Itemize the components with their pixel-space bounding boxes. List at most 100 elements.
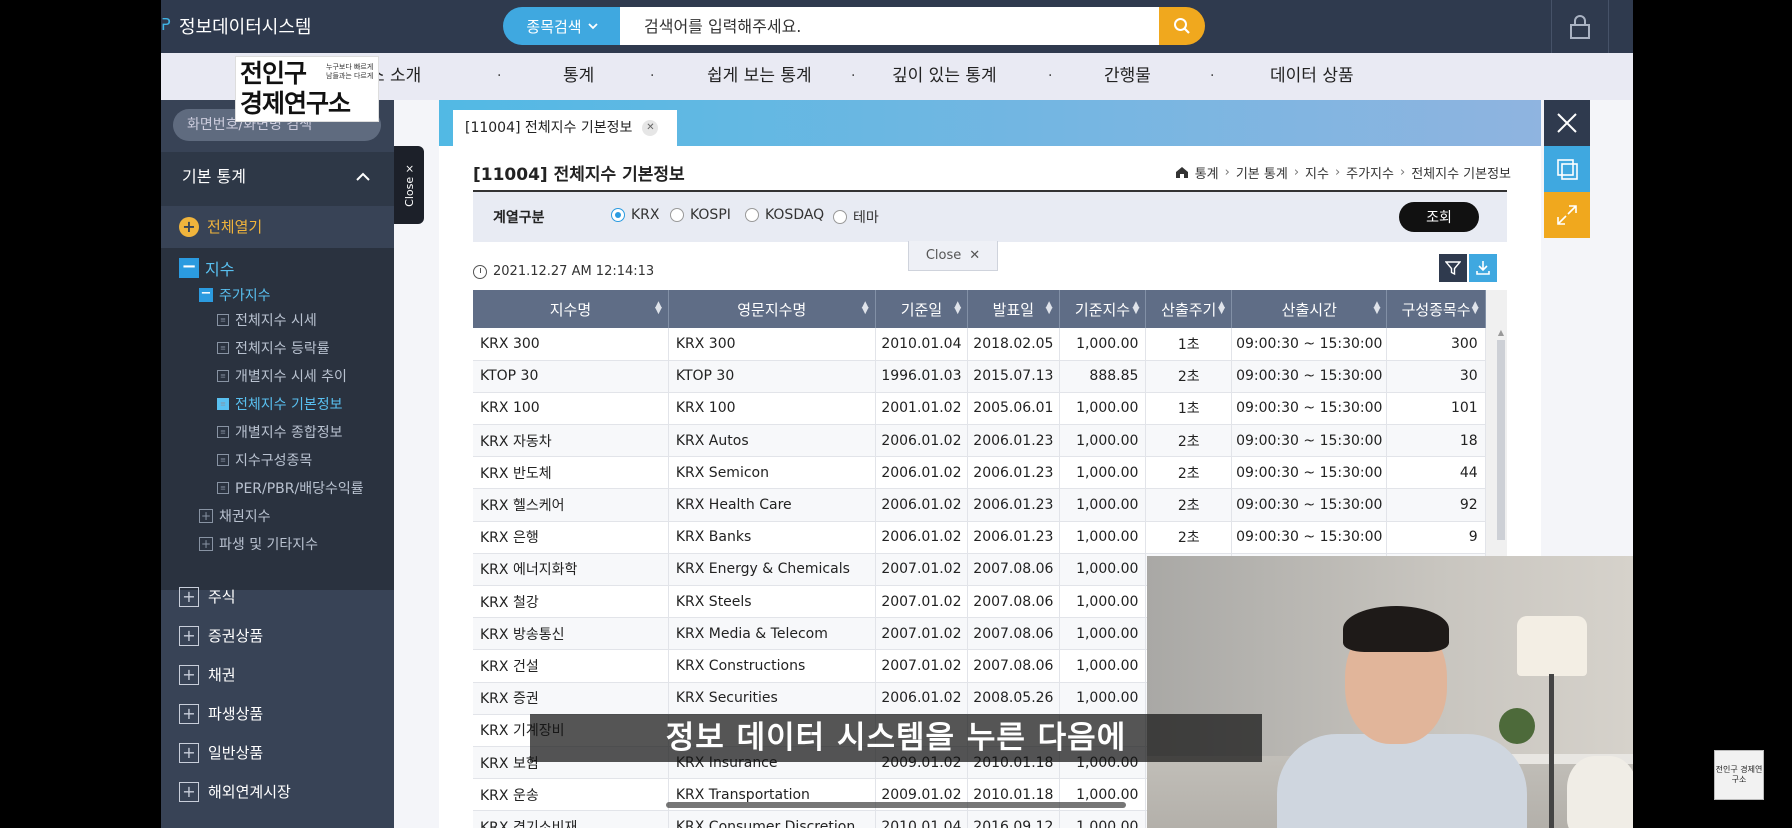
- table-cell: 1,000.00: [1059, 392, 1147, 426]
- table-row[interactable]: KRX 자동차 KRX Autos 2006.01.02 2006.01.23 1,00…: [473, 424, 1507, 458]
- table-cell: 18: [1386, 424, 1486, 458]
- tree-item[interactable]: ≡ PER/PBR/배당수익률: [217, 478, 364, 498]
- breadcrumb-item[interactable]: 통계: [1195, 163, 1219, 182]
- sidebar-category[interactable]: + 해외연계시장: [179, 781, 291, 802]
- tree-item-selected[interactable]: ≡ 전체지수 기본정보: [217, 394, 343, 414]
- tree-item[interactable]: ≡ 개별지수 종합정보: [217, 422, 343, 442]
- sidebar-close-tab[interactable]: Close ×: [394, 146, 424, 224]
- search-input[interactable]: [620, 7, 1160, 45]
- column-header[interactable]: 발표일 ▲ ▼: [967, 290, 1060, 328]
- menu-deep-stats[interactable]: 깊이 있는 통계: [892, 53, 997, 100]
- tree-group[interactable]: + 파생 및 기타지수: [199, 534, 318, 554]
- breadcrumb-item[interactable]: 주가지수: [1346, 163, 1394, 182]
- menu-data-products[interactable]: 데이터 상품: [1270, 53, 1354, 100]
- sidebar-category[interactable]: + 증권상품: [179, 625, 263, 646]
- sidebar-category[interactable]: + 채권: [179, 664, 236, 685]
- tree-index[interactable]: − 지수: [179, 256, 234, 280]
- breadcrumb-item[interactable]: 기본 통계: [1236, 163, 1288, 182]
- table-row[interactable]: KRX 헬스케어 KRX Health Care 2006.01.02 2006.01…: [473, 488, 1507, 522]
- radio-label: 테마: [853, 210, 879, 226]
- expand-icon: +: [179, 664, 199, 685]
- radio-label: KOSDAQ: [765, 207, 825, 223]
- table-row[interactable]: KRX 은행 KRX Banks 2006.01.02 2006.01.23 1,000…: [473, 521, 1507, 554]
- close-panel-button[interactable]: [1544, 100, 1590, 146]
- table-cell: 300: [1386, 328, 1486, 361]
- table-cell: 2007.08.06: [967, 617, 1060, 651]
- table-header-row: 지수명 ▲ ▼ 영문지수명 ▲ ▼ 기준일 ▲ ▼ 발표일 ▲ ▼ 기준지수 ▲ ▼ 산출주기 ▲ ▼ …: [473, 290, 1507, 328]
- table-cell: 1,000.00: [1059, 810, 1147, 828]
- search-scope-select[interactable]: 종목검색: [503, 7, 621, 45]
- sidebar-category[interactable]: + 주식: [179, 586, 236, 607]
- table-row[interactable]: KRX 100 KRX 100 2001.01.02 2005.06.01 1,000.…: [473, 392, 1507, 426]
- table-cell: KRX 자동차: [473, 424, 669, 458]
- sidebar-section-header[interactable]: 기본 통계: [161, 152, 394, 206]
- table-cell: 92: [1386, 488, 1486, 522]
- sidebar-category[interactable]: + 파생상품: [179, 703, 263, 724]
- scrollbar-header: [1485, 290, 1507, 328]
- column-header[interactable]: 기준지수 ▲ ▼: [1059, 290, 1147, 328]
- table-cell: 2006.01.02: [875, 682, 969, 715]
- close-icon: [1557, 113, 1577, 133]
- table-cell: KRX 100: [473, 392, 669, 426]
- main-menu: 스 소개 · 통계 · 쉽게 보는 통계 · 깊이 있는 통계 · 간행물 · …: [161, 53, 1633, 100]
- sort-icon: ▲ ▼: [1373, 300, 1381, 316]
- login-button[interactable]: [1551, 0, 1609, 53]
- tree-item[interactable]: ≡ 지수구성종목: [217, 450, 312, 470]
- column-header[interactable]: 지수명 ▲ ▼: [473, 290, 669, 328]
- column-header[interactable]: 산출시간 ▲ ▼: [1231, 290, 1388, 328]
- sidebar-close-label: Close ×: [402, 163, 416, 207]
- search-button[interactable]: [1159, 7, 1205, 45]
- scroll-thumb[interactable]: [1497, 340, 1505, 540]
- table-cell: 09:00:30 ~ 15:30:00: [1231, 521, 1388, 554]
- expand-icon: +: [179, 586, 199, 607]
- column-header[interactable]: 기준일 ▲ ▼: [875, 290, 969, 328]
- column-header[interactable]: 구성종목수 ▲ ▼: [1386, 290, 1486, 328]
- column-header[interactable]: 산출주기 ▲ ▼: [1145, 290, 1233, 328]
- scroll-up-icon[interactable]: ▲: [1495, 328, 1507, 340]
- tab-11004[interactable]: [11004] 전체지수 기본정보 ✕: [453, 110, 677, 146]
- tree-stock-index[interactable]: − 주가지수: [199, 285, 271, 305]
- close-icon[interactable]: ✕: [642, 120, 659, 136]
- sidebar-category[interactable]: + 일반상품: [179, 742, 263, 763]
- table-cell: 2초: [1145, 424, 1233, 458]
- radio-krx[interactable]: KRX: [611, 207, 660, 223]
- radio-kospi[interactable]: KOSPI: [670, 207, 731, 223]
- tree-item[interactable]: ≡ 전체지수 등락률: [217, 338, 330, 358]
- global-search: 종목검색: [503, 7, 1205, 45]
- tree-item[interactable]: ≡ 개별지수 시세 추이: [217, 366, 347, 386]
- download-button[interactable]: [1469, 254, 1497, 282]
- filter-button[interactable]: [1439, 254, 1467, 282]
- table-cell: 1,000.00: [1059, 585, 1147, 619]
- tree-item[interactable]: ≡ 전체지수 시세: [217, 310, 317, 330]
- channel-logo-slogan: 누구보다 빠르게 남들과는 다르게: [326, 63, 374, 80]
- channel-watermark: 전인구 경제연구소: [1714, 750, 1764, 800]
- expand-all-button[interactable]: + 전체열기: [179, 216, 262, 237]
- menu-publications[interactable]: 간행물: [1104, 53, 1151, 100]
- table-cell: KRX 300: [473, 328, 669, 361]
- timestamp: 2021.12.27 AM 12:14:13: [473, 264, 654, 279]
- table-row[interactable]: KRX 300 KRX 300 2010.01.04 2018.02.05 1,000.…: [473, 328, 1507, 361]
- brand[interactable]: ᕈ 정보데이터시스템: [161, 14, 311, 38]
- home-icon[interactable]: [1175, 166, 1189, 179]
- tab-strip: [11004] 전체지수 기본정보 ✕: [439, 100, 1541, 146]
- table-cell: 1초: [1145, 328, 1233, 361]
- menu-separator: ·: [497, 68, 502, 84]
- radio-kosdaq[interactable]: KOSDAQ: [745, 207, 824, 223]
- menu-separator: ·: [650, 68, 655, 84]
- breadcrumb-item[interactable]: 지수: [1305, 163, 1329, 182]
- duplicate-panel-button[interactable]: [1544, 146, 1590, 192]
- column-header[interactable]: 영문지수명 ▲ ▼: [668, 290, 876, 328]
- video-progress-bar[interactable]: [666, 802, 1126, 808]
- menu-separator: ·: [851, 68, 856, 84]
- expand-all-label: 전체열기: [207, 218, 263, 236]
- table-row[interactable]: KRX 반도체 KRX Semicon 2006.01.02 2006.01.23 1,…: [473, 456, 1507, 490]
- query-button[interactable]: 조회: [1399, 202, 1479, 232]
- menu-easy-stats[interactable]: 쉽게 보는 통계: [707, 53, 812, 100]
- radio-theme[interactable]: 테마: [833, 207, 879, 227]
- tree-group[interactable]: + 채권지수: [199, 506, 271, 526]
- menu-stats[interactable]: 통계: [563, 53, 594, 100]
- table-row[interactable]: KTOP 30 KTOP 30 1996.01.03 2015.07.13 888.85…: [473, 360, 1507, 393]
- filter-close-toggle[interactable]: Close ✕: [908, 241, 998, 271]
- expand-panel-button[interactable]: [1544, 192, 1590, 238]
- document-icon: ≡: [217, 314, 229, 326]
